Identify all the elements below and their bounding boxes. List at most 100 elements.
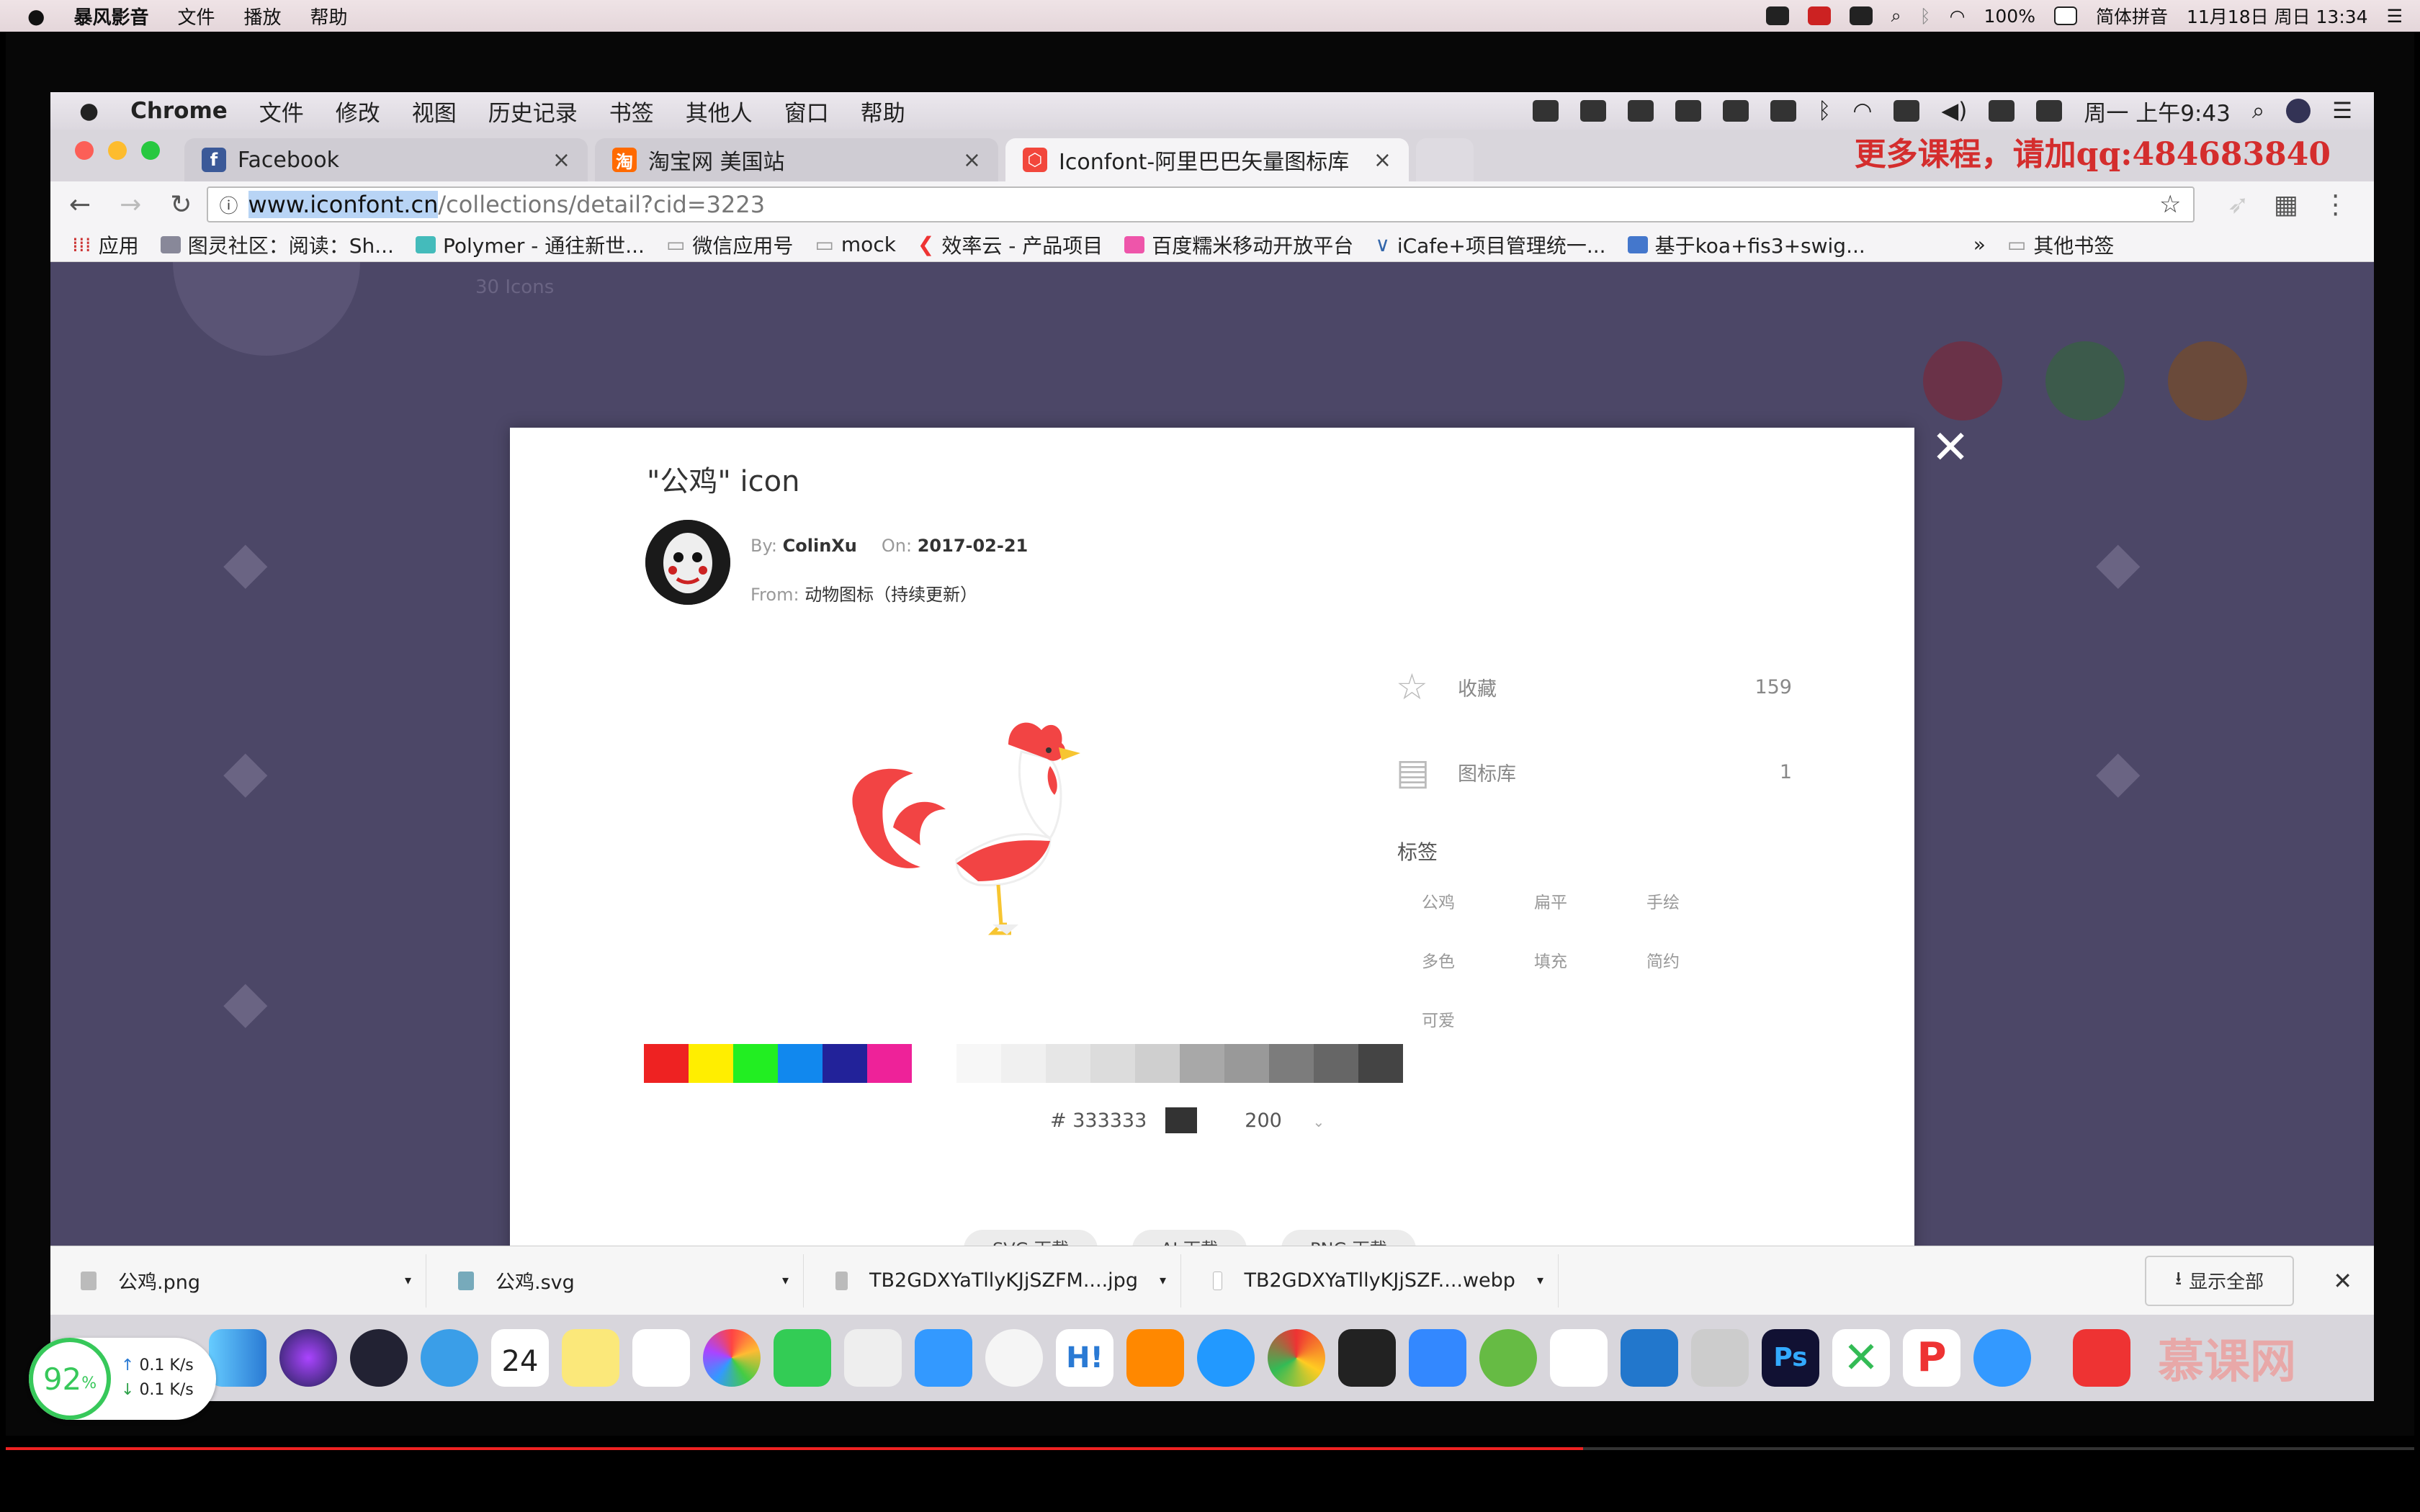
launchpad-icon[interactable] [350, 1329, 408, 1387]
color-swatch[interactable] [867, 1044, 912, 1083]
close-tab-icon[interactable]: × [963, 148, 981, 173]
color-swatch[interactable] [733, 1044, 778, 1083]
chrome-icon[interactable] [1268, 1329, 1325, 1387]
gray-swatch[interactable] [1314, 1044, 1358, 1083]
network-speed-widget[interactable]: 92% ↑ 0.1 K/s ↓ 0.1 K/s [29, 1338, 216, 1420]
current-color-swatch[interactable] [1165, 1107, 1198, 1133]
menu-people[interactable]: 其他人 [686, 95, 753, 127]
calendar-icon[interactable]: 24 [491, 1329, 549, 1387]
xmind-icon[interactable]: ✕ [1832, 1329, 1890, 1387]
numbers-icon[interactable] [774, 1329, 831, 1387]
menu-view[interactable]: 视图 [412, 95, 457, 127]
gray-swatch[interactable] [1090, 1044, 1135, 1083]
menu-chrome[interactable]: Chrome [130, 98, 228, 124]
battery-icon[interactable] [2053, 6, 2077, 25]
host-menu-app[interactable]: 暴风影音 [73, 3, 148, 30]
terminal-icon[interactable] [1338, 1329, 1396, 1387]
chevron-down-icon[interactable]: ▾ [1160, 1273, 1180, 1288]
menu-bookmarks[interactable]: 书签 [609, 95, 654, 127]
download-item[interactable]: 公鸡.svg ▾ [436, 1254, 804, 1308]
tab-facebook[interactable]: f Facebook × [184, 138, 588, 181]
notes-icon[interactable] [562, 1329, 619, 1387]
gray-swatch[interactable] [1001, 1044, 1046, 1083]
tag-item[interactable]: 多色 [1422, 948, 1534, 972]
bookmark-item[interactable]: ∨ iCafe+项目管理统一... [1375, 230, 1605, 259]
folder-icon[interactable]: ▤ [1396, 754, 1436, 790]
preview-icon[interactable] [1691, 1329, 1749, 1387]
download-item[interactable]: 公鸡.png ▾ [59, 1254, 426, 1308]
input-method[interactable]: 简体拼音 [2096, 3, 2168, 29]
reminders-icon[interactable] [632, 1329, 690, 1387]
status-icon[interactable] [1722, 100, 1749, 122]
tab-iconfont[interactable]: ⬡ Iconfont-阿里巴巴矢量图标库 × [1005, 138, 1409, 181]
menu-history[interactable]: 历史记录 [488, 95, 578, 127]
app-icon[interactable] [2073, 1329, 2130, 1387]
bookmark-folder[interactable]: ▭ mock [815, 233, 895, 256]
color-swatch[interactable] [689, 1044, 733, 1083]
close-modal-icon[interactable]: ✕ [1930, 425, 1971, 471]
siri-icon[interactable] [2286, 99, 2311, 123]
apple-icon[interactable]: ● [79, 98, 99, 124]
menu-edit[interactable]: 修改 [336, 95, 380, 127]
author-avatar[interactable] [645, 520, 730, 605]
finder-icon[interactable] [209, 1329, 266, 1387]
chevron-down-icon[interactable]: ▾ [1537, 1273, 1558, 1288]
battery-icon[interactable] [1989, 100, 2015, 122]
show-all-downloads-button[interactable]: ⭳ 显示全部 [2145, 1255, 2295, 1306]
volume-icon[interactable]: ◀) [1941, 98, 1967, 124]
wechat-icon[interactable] [844, 1329, 902, 1387]
gray-swatch[interactable] [1269, 1044, 1314, 1083]
forward-icon[interactable]: → [120, 190, 141, 220]
more-menu-icon[interactable]: ⋮ [2323, 190, 2349, 220]
bluetooth-icon[interactable]: ᛒ [1818, 98, 1832, 124]
host-menu-play[interactable]: 播放 [243, 3, 281, 30]
wifi-icon[interactable]: ◠ [1852, 98, 1872, 124]
android-studio-icon[interactable] [1479, 1329, 1537, 1387]
status-app-icon[interactable] [1765, 6, 1789, 25]
screenshot-icon[interactable] [1973, 1329, 2031, 1387]
bookmark-item[interactable]: 基于koa+fis3+swig... [1627, 230, 1865, 259]
tag-item[interactable]: 公鸡 [1422, 888, 1534, 913]
wifi-icon[interactable]: ◠ [1950, 6, 1966, 27]
close-tab-icon[interactable]: × [552, 148, 570, 173]
size-select[interactable]: 200 ⌄ [1245, 1110, 1325, 1132]
photoshop-icon[interactable]: Ps [1762, 1329, 1819, 1387]
bookmark-star-icon[interactable]: ☆ [2159, 190, 2181, 219]
bookmark-other[interactable]: ▭ 其他书签 [2007, 230, 2114, 259]
host-menu-file[interactable]: 文件 [177, 3, 215, 30]
color-hex[interactable]: # 333333 [1050, 1110, 1147, 1132]
vscode-icon[interactable] [1621, 1329, 1678, 1387]
keynote-icon[interactable] [915, 1329, 972, 1387]
editor-icon[interactable] [1550, 1329, 1608, 1387]
mac-clock[interactable]: 周一 上午9:43 [2084, 95, 2230, 127]
chevron-down-icon[interactable]: ▾ [405, 1273, 426, 1288]
status-icon[interactable] [1770, 100, 1796, 122]
bluetooth-icon[interactable]: ᛒ [1920, 6, 1931, 27]
menu-file[interactable]: 文件 [259, 95, 304, 127]
from-collection[interactable]: 动物图标（持续更新） [805, 585, 977, 605]
tag-item[interactable]: 可爱 [1422, 1007, 1534, 1031]
send-icon[interactable] [1675, 100, 1701, 122]
zoom-window-button[interactable] [141, 141, 160, 160]
library-stat[interactable]: ▤ 图标库 1 [1396, 750, 1792, 793]
gray-swatch[interactable] [956, 1044, 1001, 1083]
info-icon[interactable]: ⓘ [220, 192, 238, 218]
list-icon[interactable]: ☰ [2387, 6, 2403, 27]
safari-icon[interactable] [421, 1329, 478, 1387]
tag-item[interactable]: 简约 [1646, 948, 1759, 972]
hbuilder-icon[interactable]: H! [1056, 1329, 1113, 1387]
host-menu-help[interactable]: 帮助 [310, 3, 347, 30]
app-store-icon[interactable] [1197, 1329, 1255, 1387]
search-icon[interactable]: ⌕ [2252, 98, 2264, 125]
extension-icon[interactable]: ▦ [2274, 190, 2298, 220]
chevron-down-icon[interactable]: ▾ [782, 1273, 803, 1288]
host-clock[interactable]: 11月18日 周日 13:34 [2187, 3, 2368, 29]
wechat-icon[interactable] [1532, 100, 1559, 122]
tag-item[interactable]: 手绘 [1646, 888, 1759, 913]
gray-swatch[interactable] [1180, 1044, 1224, 1083]
gray-swatch[interactable] [1046, 1044, 1090, 1083]
bookmark-item[interactable]: ❮ 效率云 - 产品项目 [918, 230, 1103, 259]
wechat-icon[interactable] [1849, 6, 1873, 25]
close-window-button[interactable] [75, 141, 94, 160]
gray-swatch[interactable] [1358, 1044, 1403, 1083]
